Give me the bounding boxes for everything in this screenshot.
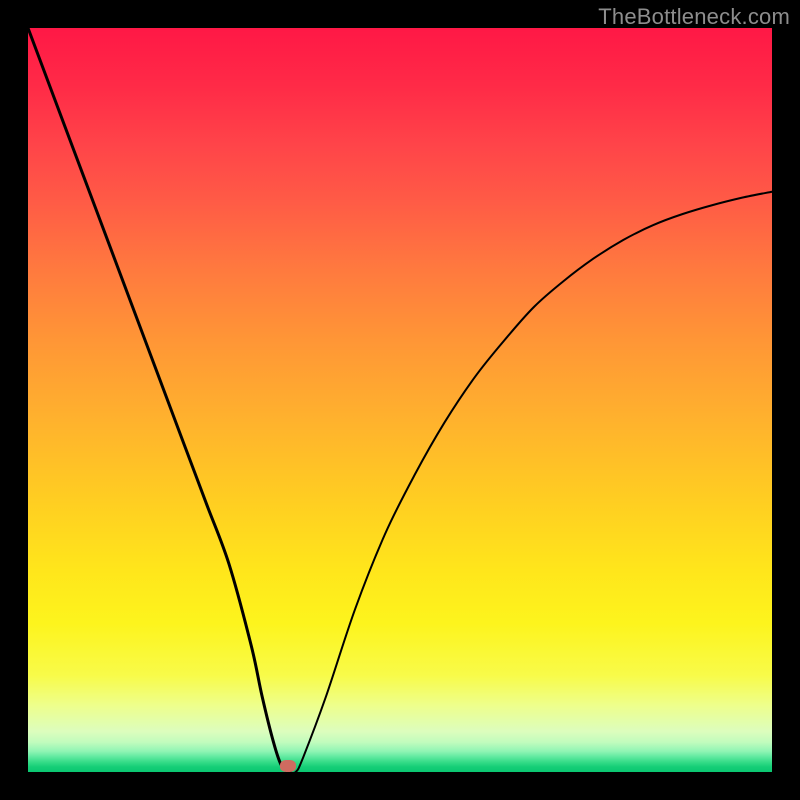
plot-area	[28, 28, 772, 772]
optimal-point-marker	[280, 760, 296, 772]
curve-left-branch	[28, 28, 288, 772]
chart-container: TheBottleneck.com	[0, 0, 800, 800]
attribution-label: TheBottleneck.com	[598, 4, 790, 30]
curve-right-branch	[288, 192, 772, 772]
bottleneck-curve	[28, 28, 772, 772]
